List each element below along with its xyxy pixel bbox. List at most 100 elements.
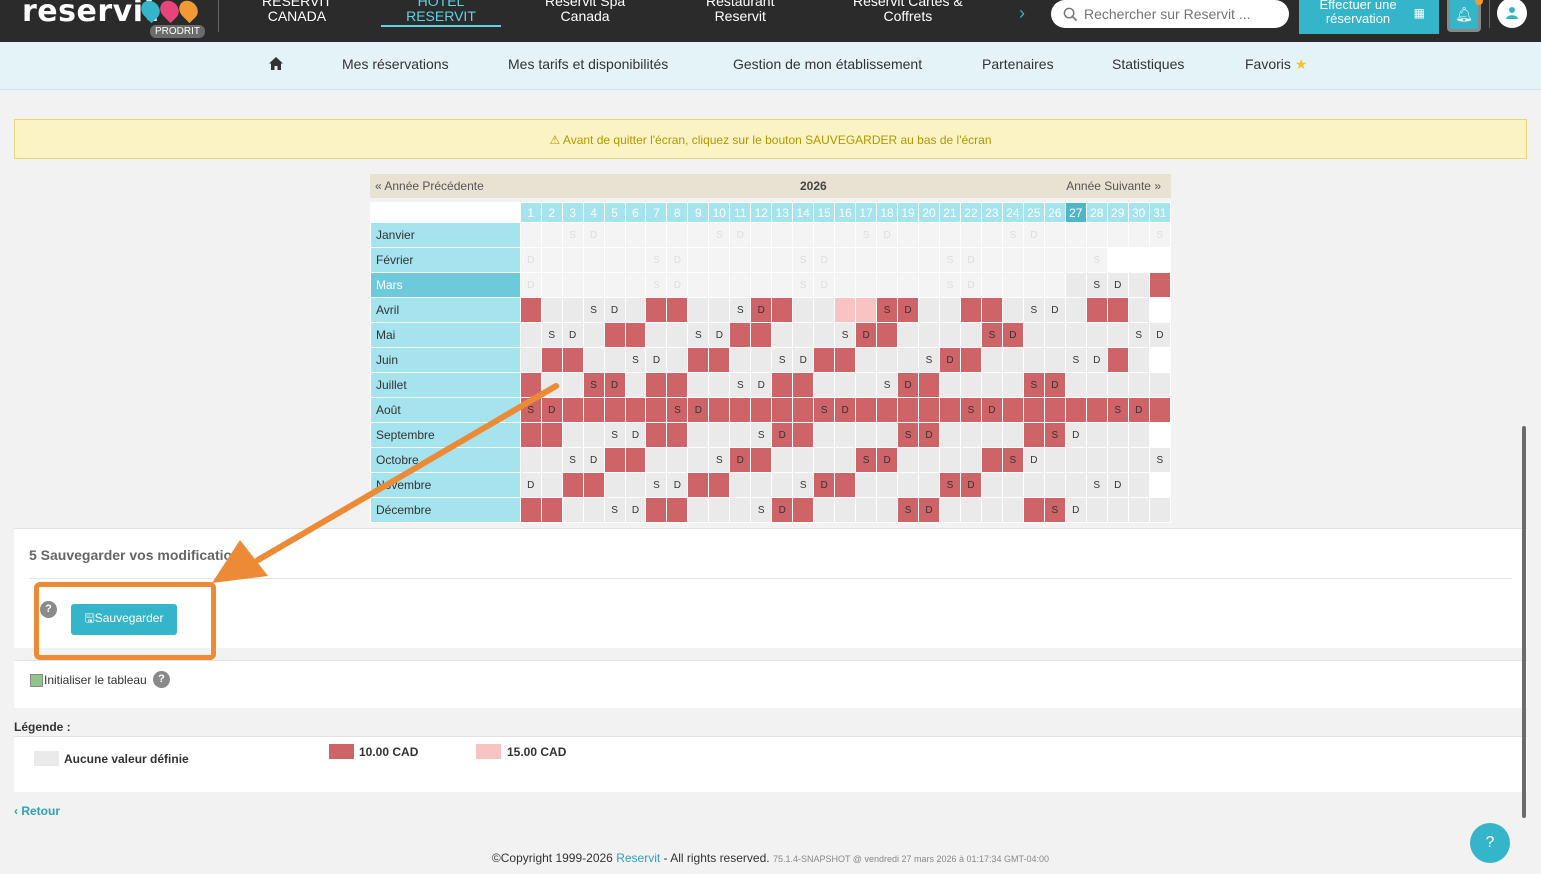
day-cell[interactable]	[918, 297, 940, 323]
day-cell[interactable]	[1085, 322, 1108, 348]
day-cell[interactable]: S	[792, 472, 815, 498]
day-cell[interactable]	[1148, 272, 1172, 298]
subnav-tarifs-disponibilites[interactable]: Mes tarifs et disponibilités	[508, 56, 668, 72]
previous-year-link[interactable]: « Année Précédente	[375, 179, 484, 193]
day-cell[interactable]: S	[813, 397, 836, 423]
day-cell[interactable]	[561, 422, 584, 448]
day-cell[interactable]: S	[897, 422, 920, 448]
day-cell[interactable]: S	[1127, 322, 1150, 348]
month-label[interactable]: Juin	[370, 347, 521, 373]
day-cell[interactable]	[687, 447, 710, 473]
day-cell[interactable]	[1085, 372, 1108, 398]
day-cell[interactable]	[834, 297, 857, 323]
day-cell[interactable]	[771, 322, 794, 348]
day-cell[interactable]	[918, 372, 940, 398]
day-cell[interactable]	[938, 447, 961, 473]
new-reservation-button[interactable]: Effectuer une réservation ▦	[1299, 0, 1439, 34]
day-cell[interactable]	[582, 347, 605, 373]
day-cell[interactable]	[1001, 372, 1024, 398]
day-cell[interactable]: D	[1106, 272, 1129, 298]
day-cell[interactable]	[897, 322, 920, 348]
day-cell[interactable]	[918, 472, 940, 498]
day-cell[interactable]	[561, 472, 584, 498]
day-cell[interactable]	[959, 372, 982, 398]
day-cell[interactable]: S	[645, 472, 668, 498]
day-cell[interactable]: D	[645, 347, 668, 373]
day-cell[interactable]: S	[1022, 372, 1045, 398]
day-cell[interactable]: D	[624, 422, 647, 448]
day-cell[interactable]	[1127, 297, 1150, 323]
day-cell[interactable]	[582, 472, 605, 498]
day-cell[interactable]: D	[1106, 472, 1129, 498]
day-cell[interactable]	[813, 372, 836, 398]
day-cell[interactable]	[938, 497, 961, 523]
day-cell[interactable]	[771, 297, 794, 323]
day-cell[interactable]	[666, 297, 689, 323]
day-cell[interactable]	[959, 447, 982, 473]
day-cell[interactable]: D	[897, 297, 920, 323]
month-label[interactable]: Décembre	[370, 497, 521, 523]
day-cell[interactable]	[938, 297, 961, 323]
day-cell[interactable]	[1022, 422, 1045, 448]
day-cell[interactable]	[980, 422, 1003, 448]
day-cell[interactable]: S	[624, 347, 647, 373]
day-cell[interactable]	[813, 322, 836, 348]
day-cell[interactable]	[624, 447, 647, 473]
day-cell[interactable]: S	[876, 297, 899, 323]
day-cell[interactable]	[834, 497, 857, 523]
day-cell[interactable]	[750, 347, 773, 373]
day-cell[interactable]: D	[1148, 322, 1172, 348]
month-label[interactable]: Juillet	[370, 372, 521, 398]
scrollbar[interactable]	[1522, 426, 1526, 818]
day-cell[interactable]	[687, 297, 710, 323]
day-cell[interactable]	[645, 397, 668, 423]
day-cell[interactable]	[959, 297, 982, 323]
day-cell[interactable]: S	[750, 422, 773, 448]
day-cell[interactable]	[708, 372, 731, 398]
day-cell[interactable]: D	[519, 472, 542, 498]
topnav-spa-canada[interactable]: Reservit Spa Canada	[545, 0, 625, 24]
day-cell[interactable]	[561, 372, 584, 398]
day-cell[interactable]	[540, 347, 563, 373]
day-cell[interactable]	[540, 447, 563, 473]
day-cell[interactable]	[708, 347, 731, 373]
day-cell[interactable]: S	[750, 497, 773, 523]
day-cell[interactable]	[938, 322, 961, 348]
day-cell[interactable]	[582, 397, 605, 423]
day-cell[interactable]	[750, 447, 773, 473]
day-cell[interactable]: S	[1043, 422, 1066, 448]
day-cell[interactable]	[938, 372, 961, 398]
day-cell[interactable]: S	[582, 372, 605, 398]
day-cell[interactable]: D	[1043, 372, 1066, 398]
home-icon[interactable]	[268, 56, 284, 76]
day-cell[interactable]	[1043, 472, 1066, 498]
day-cell[interactable]: S	[1085, 472, 1108, 498]
day-cell[interactable]	[855, 347, 878, 373]
day-cell[interactable]	[1064, 272, 1087, 298]
day-cell[interactable]	[834, 347, 857, 373]
day-cell[interactable]: S	[1001, 447, 1024, 473]
day-cell[interactable]: D	[876, 447, 899, 473]
day-cell[interactable]	[918, 447, 940, 473]
day-cell[interactable]	[1127, 422, 1150, 448]
day-cell[interactable]	[666, 422, 689, 448]
day-cell[interactable]	[519, 347, 542, 373]
day-cell[interactable]: D	[980, 397, 1003, 423]
day-cell[interactable]	[980, 447, 1003, 473]
day-cell[interactable]	[1001, 472, 1024, 498]
day-cell[interactable]	[1085, 497, 1108, 523]
month-label[interactable]: Avril	[370, 297, 521, 323]
day-cell[interactable]	[624, 297, 647, 323]
day-cell[interactable]: D	[708, 322, 731, 348]
day-cell[interactable]	[666, 322, 689, 348]
topnav-reservit-canada[interactable]: RESERVIT CANADA	[262, 0, 332, 24]
next-year-link[interactable]: Année Suivante »	[1066, 179, 1161, 193]
day-cell[interactable]: D	[1064, 422, 1087, 448]
day-cell[interactable]	[771, 472, 794, 498]
day-cell[interactable]	[1064, 447, 1087, 473]
day-cell[interactable]: S	[834, 322, 857, 348]
day-cell[interactable]	[645, 297, 668, 323]
day-cell[interactable]	[855, 422, 878, 448]
day-cell[interactable]	[582, 322, 605, 348]
day-cell[interactable]: S	[687, 322, 710, 348]
